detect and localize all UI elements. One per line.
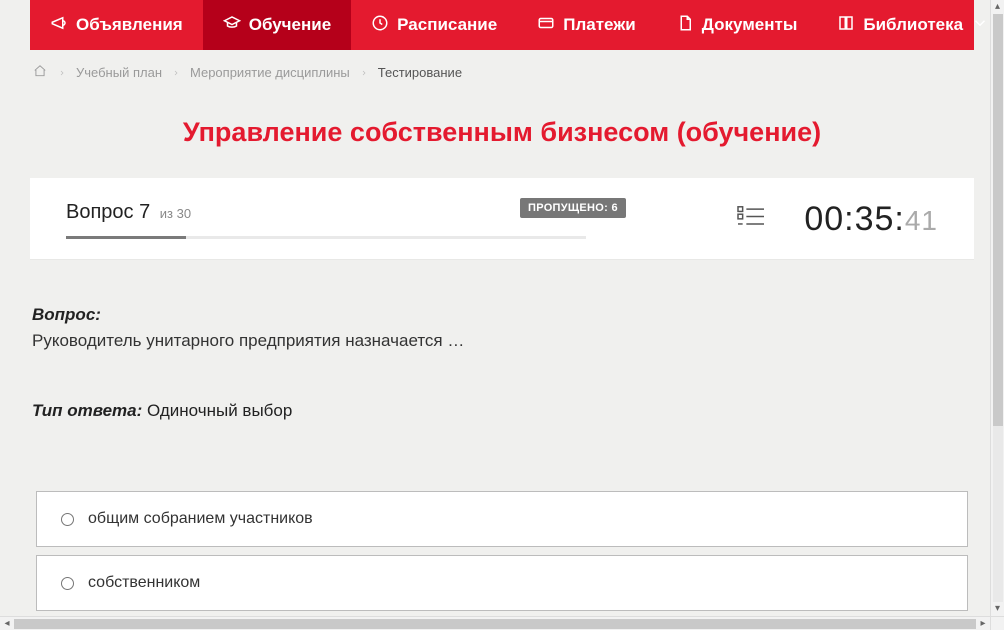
nav-library[interactable]: Библиотека [817,0,1004,50]
content-area: Объявления Обучение Расписание Платежи [0,0,1004,616]
timer-sec: 41 [905,205,938,236]
question-number: Вопрос 7 из 30 [66,201,586,224]
chevron-right-icon [360,65,368,80]
answer-text: собственником [88,574,200,592]
vertical-scrollbar[interactable]: ▴ ▾ [990,0,1004,616]
doc-icon [676,14,694,37]
answer-choice[interactable]: общим собранием участников [36,491,968,547]
nav-education[interactable]: Обучение [203,0,351,50]
nav-schedule[interactable]: Расписание [351,0,517,50]
nav-label: Документы [702,15,798,35]
nav-label: Библиотека [863,15,963,35]
home-icon[interactable] [32,64,48,81]
question-list-button[interactable] [736,204,766,235]
scroll-thumb[interactable] [14,619,976,629]
scroll-thumb[interactable] [993,14,1003,426]
nav-label: Объявления [76,15,183,35]
top-nav: Объявления Обучение Расписание Платежи [30,0,974,50]
nav-payments[interactable]: Платежи [517,0,656,50]
question-progress: Вопрос 7 из 30 [66,201,586,239]
q-total: 30 [177,206,191,221]
question-status-card: Вопрос 7 из 30 ПРОПУЩЕНО: 6 [30,178,974,259]
q-prefix: Вопрос [66,201,134,223]
megaphone-icon [50,14,68,37]
breadcrumb-link[interactable]: Мероприятие дисциплины [190,65,350,80]
answer-type: Тип ответа: Одиночный выбор [32,401,972,421]
chevron-down-icon [971,14,989,37]
answer-type-label: Тип ответа: [32,401,142,420]
card-icon [537,14,555,37]
question-label: Вопрос: [32,305,972,325]
question-block: Вопрос: Руководитель унитарного предприя… [30,305,974,421]
page-scroll[interactable]: Объявления Обучение Расписание Платежи [0,0,1004,616]
skipped-count: 6 [611,202,617,214]
scroll-up-arrow[interactable]: ▴ [995,0,1000,14]
q-num-value: 7 [139,201,150,223]
answer-choice[interactable]: собственником [36,555,968,611]
answer-radio[interactable] [61,513,74,526]
nav-label: Расписание [397,15,497,35]
skipped-label: ПРОПУЩЕНО: [528,202,608,214]
scroll-left-arrow[interactable]: ◂ [0,618,14,629]
page-title: Управление собственным бизнесом (обучени… [30,117,974,148]
answer-text: общим собранием участников [88,510,313,528]
nav-documents[interactable]: Документы [656,0,818,50]
breadcrumb: Учебный план Мероприятие дисциплины Тест… [30,50,974,91]
scroll-track[interactable] [993,14,1003,602]
breadcrumb-current: Тестирование [378,65,462,80]
q-of-prefix: из [160,206,173,221]
scroll-right-arrow[interactable]: ▸ [976,618,990,629]
chevron-right-icon [172,65,180,80]
graduation-icon [223,14,241,37]
nav-announcements[interactable]: Объявления [30,0,203,50]
chevron-right-icon [58,65,66,80]
nav-label: Платежи [563,15,636,35]
nav-label: Обучение [249,15,331,35]
progress-track [66,236,586,239]
skipped-badge: ПРОПУЩЕНО: 6 [520,198,626,218]
clock-icon [371,14,389,37]
timer-main: 00:35: [804,200,905,238]
scrollbar-corner [990,616,1004,630]
answer-choices: общим собранием участников собственником… [30,491,974,616]
breadcrumb-link[interactable]: Учебный план [76,65,162,80]
answer-type-value: Одиночный выбор [147,401,292,420]
timer: 00:35:41 [804,200,938,239]
progress-fill [66,236,186,239]
horizontal-scrollbar[interactable]: ◂ ▸ [0,616,990,630]
scroll-down-arrow[interactable]: ▾ [995,602,1000,616]
scroll-track[interactable] [14,619,976,629]
answer-radio[interactable] [61,577,74,590]
book-icon [837,14,855,37]
question-text: Руководитель унитарного предприятия назн… [32,331,972,351]
